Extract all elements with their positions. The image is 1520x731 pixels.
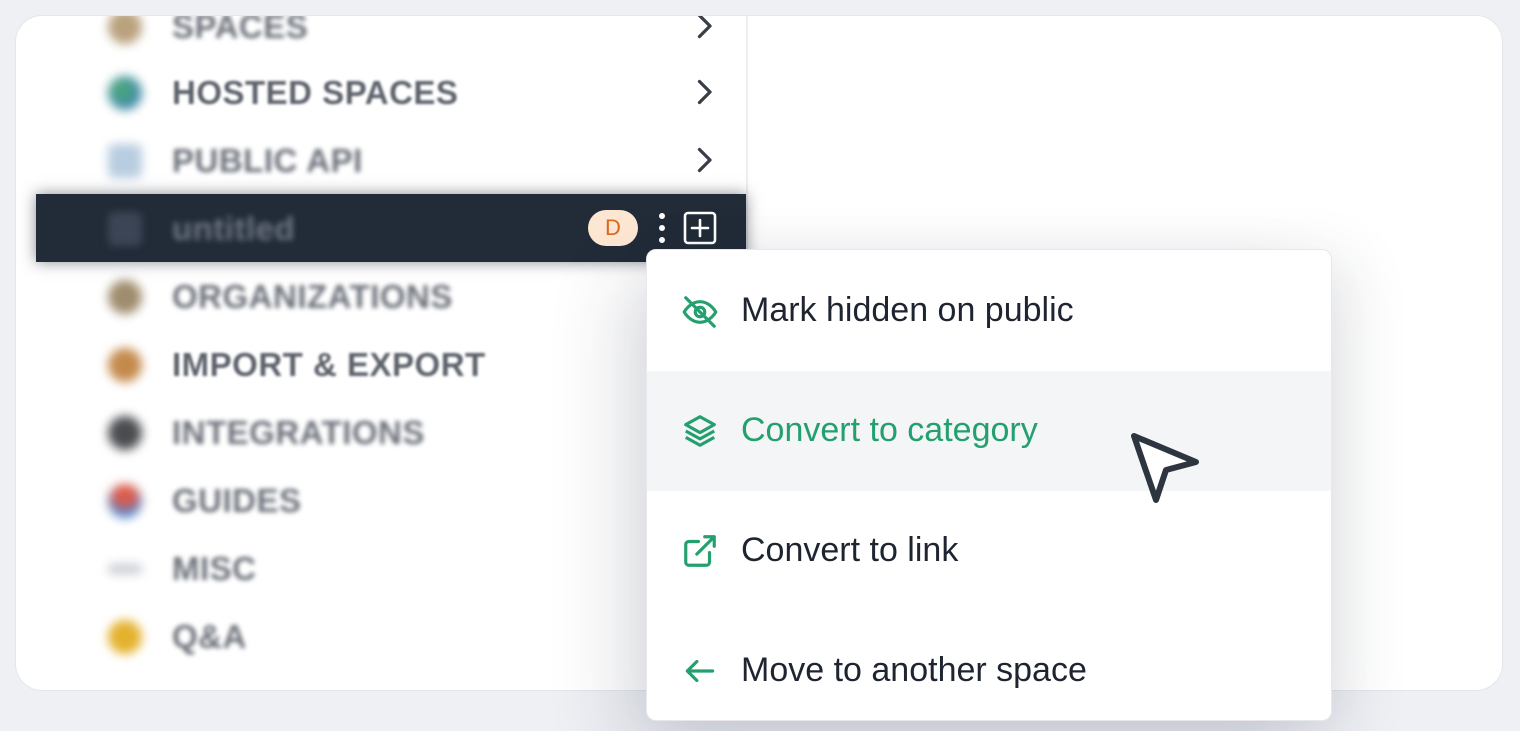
sidebar-item-label: PUBLIC API — [172, 142, 363, 179]
sidebar-item-organizations[interactable]: ORGANIZATIONS — [16, 262, 746, 330]
sidebar-item-label: MISC — [172, 550, 257, 587]
sidebar-item-import-export[interactable]: IMPORT & EXPORT — [16, 330, 746, 398]
sidebar: SPACES HOSTED SPACES PUBLIC API untitled… — [16, 16, 748, 690]
chevron-right-icon[interactable] — [686, 74, 722, 110]
cursor-pointer-icon — [1131, 433, 1199, 503]
sidebar-item-misc[interactable]: MISC — [16, 534, 746, 602]
sidebar-item-label: ORGANIZATIONS — [172, 278, 453, 315]
arrow-left-icon — [685, 659, 715, 683]
sidebar-item-label: Q&A — [172, 618, 247, 655]
menu-item-convert-category[interactable]: Convert to category — [647, 371, 1331, 491]
add-page-icon[interactable] — [682, 210, 718, 246]
sidebar-item-spaces[interactable]: SPACES — [16, 16, 746, 60]
plug-icon — [108, 416, 142, 450]
more-vertical-icon[interactable] — [652, 208, 672, 248]
menu-item-label: Mark hidden on public — [741, 291, 1074, 329]
qa-icon — [108, 620, 142, 654]
organizations-icon — [108, 280, 142, 314]
sidebar-item-qa[interactable]: Q&A — [16, 602, 746, 670]
menu-item-convert-link[interactable]: Convert to link — [647, 491, 1331, 611]
eye-off-icon — [682, 296, 718, 328]
api-icon — [108, 144, 142, 178]
sidebar-item-label: GUIDES — [172, 482, 302, 519]
sidebar-item-label: SPACES — [172, 16, 309, 45]
misc-icon — [108, 564, 142, 574]
context-menu: Mark hidden on public Convert to categor… — [646, 249, 1332, 721]
sidebar-item-untitled[interactable]: untitled D — [36, 194, 746, 262]
external-link-icon — [684, 535, 716, 567]
document-icon — [108, 212, 142, 246]
menu-item-mark-hidden[interactable]: Mark hidden on public — [647, 251, 1331, 371]
sidebar-item-label: HOSTED SPACES — [172, 74, 459, 111]
layers-icon — [684, 415, 716, 447]
globe-icon — [108, 76, 142, 110]
menu-item-label: Move to another space — [741, 651, 1087, 689]
sidebar-item-hosted-spaces[interactable]: HOSTED SPACES — [16, 58, 746, 126]
menu-item-label: Convert to link — [741, 531, 959, 569]
sidebar-item-integrations[interactable]: INTEGRATIONS — [16, 398, 746, 466]
sidebar-item-public-api[interactable]: PUBLIC API — [16, 126, 746, 194]
spaces-icon — [108, 16, 142, 44]
box-icon — [108, 348, 142, 382]
chevron-right-icon[interactable] — [686, 142, 722, 178]
sidebar-item-guides[interactable]: GUIDES — [16, 466, 746, 534]
sidebar-item-label: untitled — [172, 210, 296, 247]
guides-icon — [108, 484, 142, 518]
menu-item-move-space[interactable]: Move to another space — [647, 611, 1331, 731]
chevron-right-icon[interactable] — [686, 16, 722, 44]
sidebar-item-label: IMPORT & EXPORT — [172, 346, 486, 383]
menu-item-label: Convert to category — [741, 411, 1038, 449]
avatar: D — [588, 210, 638, 246]
sidebar-item-label: INTEGRATIONS — [172, 414, 425, 451]
